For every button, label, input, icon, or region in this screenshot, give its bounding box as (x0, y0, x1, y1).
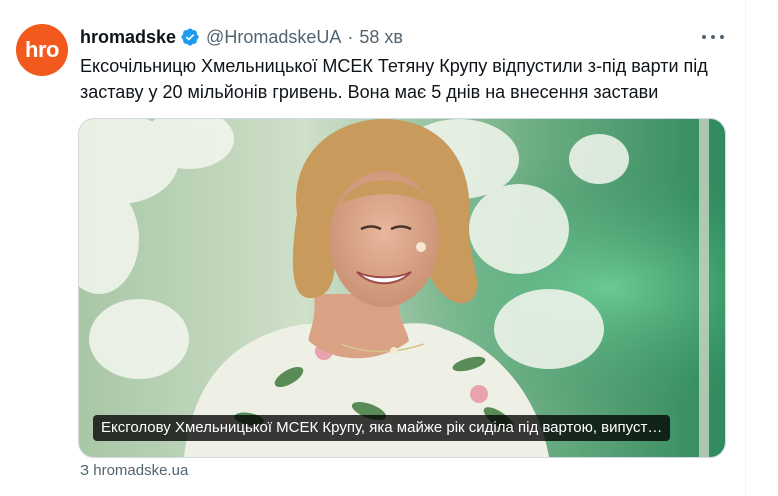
author-handle[interactable]: @HromadskeUA (206, 27, 341, 48)
tweet-header: hromadske @HromadskeUA · 58 хв (80, 26, 403, 48)
news-photo (79, 119, 725, 457)
author-name[interactable]: hromadske (80, 27, 176, 48)
tweet-card[interactable]: hro hromadske @HromadskeUA · 58 хв Ексоч… (0, 0, 746, 496)
link-card-image[interactable]: Ексголову Хмельницької МСЕК Крупу, яка м… (78, 118, 726, 458)
avatar[interactable]: hro (16, 24, 68, 76)
more-options-button[interactable] (702, 27, 724, 47)
avatar-logo-text: hro (25, 37, 59, 62)
timestamp[interactable]: 58 хв (359, 27, 403, 48)
more-dots-icon (702, 35, 706, 39)
timeline-divider (745, 0, 746, 496)
more-dots-icon (720, 35, 724, 39)
more-dots-icon (711, 35, 715, 39)
media-caption: Ексголову Хмельницької МСЕК Крупу, яка м… (93, 415, 671, 441)
separator-dot: · (347, 26, 354, 47)
verified-badge-icon (181, 28, 199, 46)
tweet-text: Ексочільницю Хмельницької МСЕК Тетяну Кр… (80, 56, 708, 102)
link-source[interactable]: З hromadske.ua (80, 462, 188, 479)
